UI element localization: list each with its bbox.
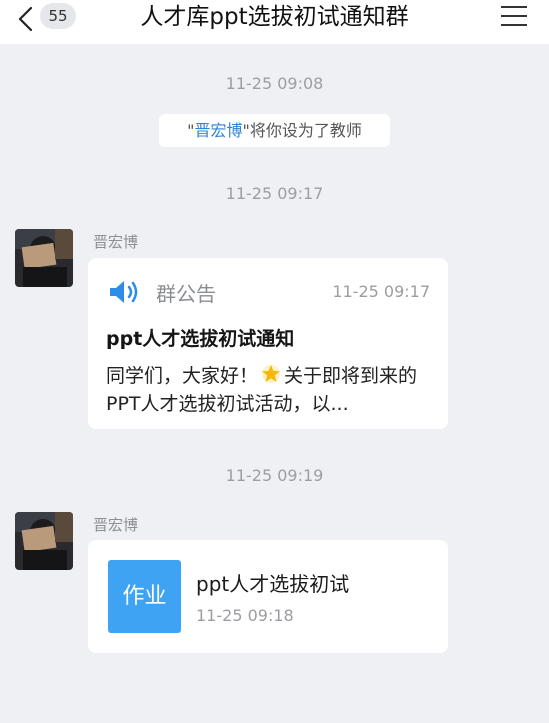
announcement-body: 同学们，大家好！ 关于即将到来的PPT人才选拔初试活动，以...: [106, 362, 436, 418]
homework-title: ppt人才选拔初试: [196, 572, 350, 596]
sender-name: 晋宏博: [93, 233, 139, 251]
star-emoji-icon: [262, 365, 281, 383]
homework-tile: 作业: [108, 560, 181, 633]
avatar[interactable]: [15, 512, 73, 570]
chat-header: 55 人才库ppt选拔初试通知群: [0, 0, 549, 44]
system-message-user-link[interactable]: 晋宏博: [194, 121, 242, 140]
avatar[interactable]: [15, 229, 73, 287]
system-message-text: 将你设为了教师: [249, 121, 362, 140]
hamburger-menu-icon[interactable]: [500, 4, 528, 28]
announcement-label: 群公告: [156, 282, 216, 306]
homework-card[interactable]: 作业 ppt人才选拔初试 11-25 09:18: [88, 540, 448, 653]
sender-name: 晋宏博: [93, 516, 139, 534]
announcement-card[interactable]: 群公告 11-25 09:17 ppt人才选拔初试通知 同学们，大家好！ 关于即…: [88, 258, 448, 429]
chat-title: 人才库ppt选拔初试通知群: [140, 4, 409, 30]
homework-time: 11-25 09:18: [196, 606, 294, 625]
message-timestamp: 11-25 09:17: [225, 184, 324, 203]
quote-mark: ": [242, 121, 250, 140]
speaker-icon: [110, 281, 138, 303]
announcement-title: ppt人才选拔初试通知: [106, 328, 295, 350]
system-message: "晋宏博"将你设为了教师: [159, 114, 390, 147]
announcement-time: 11-25 09:17: [332, 282, 430, 301]
message-timestamp: 11-25 09:08: [225, 74, 324, 93]
message-timestamp: 11-25 09:19: [225, 466, 324, 485]
announcement-body-text: 同学们，大家好！: [106, 365, 259, 387]
